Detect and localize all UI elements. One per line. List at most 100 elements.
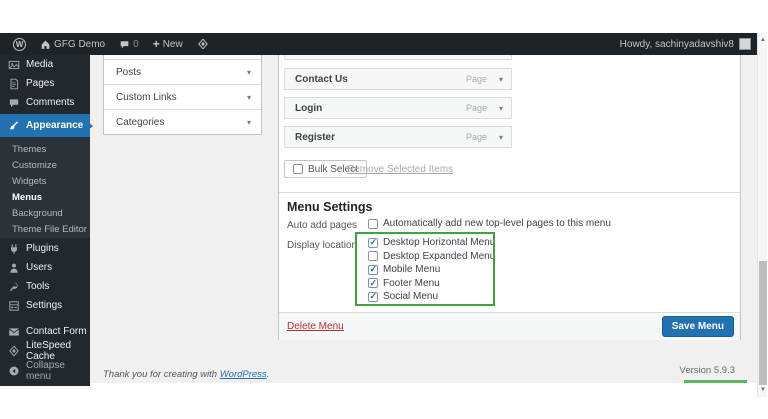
menu-item-type: Page xyxy=(466,74,487,84)
delete-menu-link[interactable]: Delete Menu xyxy=(287,321,344,332)
sidebar-item-litespeed-cache[interactable]: LiteSpeed Cache xyxy=(0,341,90,360)
accordion-label: Custom Links xyxy=(116,92,177,103)
social-menu-checkbox[interactable] xyxy=(368,292,378,302)
mobile-menu-checkbox[interactable] xyxy=(368,265,378,275)
accordion-posts[interactable]: Posts ▾ xyxy=(104,60,261,85)
wordpress-link[interactable]: WordPress xyxy=(220,369,267,380)
litespeed-icon xyxy=(8,345,20,357)
sidebar-item-settings[interactable]: Settings xyxy=(0,296,90,315)
admin-bar: W GFG Demo 0 + New Howdy, sachinyadavshi… xyxy=(0,33,757,55)
sidebar-item-media[interactable]: Media xyxy=(0,55,90,74)
desktop-horizontal-menu-checkbox[interactable] xyxy=(368,238,378,248)
sidebar-item-label: Tools xyxy=(26,281,49,292)
footer-menu-checkbox[interactable] xyxy=(368,278,378,288)
remove-selected-items-link[interactable]: Remove Selected Items xyxy=(347,164,453,175)
appearance-brush-icon xyxy=(8,120,20,132)
menu-item-label: Contact Us xyxy=(295,74,348,85)
sidebar-item-appearance[interactable]: Appearance xyxy=(0,114,90,137)
wordpress-admin-menus-page: W GFG Demo 0 + New Howdy, sachinyadavshi… xyxy=(0,0,768,419)
menu-item-register[interactable]: Register Page ▾ xyxy=(284,126,512,148)
sidebar-item-pages[interactable]: Pages xyxy=(0,74,90,93)
comment-bubble-icon xyxy=(119,39,130,50)
submenu-item-background[interactable]: Background xyxy=(0,206,90,222)
location-label: Desktop Horizontal Menu xyxy=(383,237,495,248)
sidebar-item-label: Collapse menu xyxy=(26,360,90,382)
howdy-account-menu[interactable]: Howdy, sachinyadavshiv8 xyxy=(620,39,734,50)
tools-wrench-icon xyxy=(8,281,20,293)
scroll-down-arrow-icon[interactable]: ▼ xyxy=(758,385,768,395)
menu-item-login[interactable]: Login Page ▾ xyxy=(284,97,512,119)
litespeed-diamond-icon xyxy=(197,38,209,50)
chevron-down-icon: ▾ xyxy=(247,68,251,77)
location-label: Mobile Menu xyxy=(383,264,440,275)
location-option: Desktop Expanded Menu xyxy=(368,250,495,264)
submenu-item-themes[interactable]: Themes xyxy=(0,142,90,158)
submenu-item-customize[interactable]: Customize xyxy=(0,158,90,174)
bulk-select-checkbox[interactable] xyxy=(293,164,303,174)
sidebar-item-comments[interactable]: Comments xyxy=(0,93,90,112)
sidebar-item-label: Settings xyxy=(26,300,62,311)
sidebar-item-label: Comments xyxy=(26,97,74,108)
chevron-down-icon[interactable]: ▾ xyxy=(499,104,503,113)
comments-icon xyxy=(8,97,20,109)
chevron-down-icon[interactable]: ▾ xyxy=(499,75,503,84)
site-link[interactable]: GFG Demo xyxy=(35,33,110,55)
new-label: New xyxy=(163,39,183,50)
pages-icon xyxy=(8,78,20,90)
accordion-label: Categories xyxy=(116,117,164,128)
sidebar-item-tools[interactable]: Tools xyxy=(0,277,90,296)
admin-bar-left: W GFG Demo 0 + New xyxy=(0,33,214,55)
accordion-label: Posts xyxy=(116,67,141,78)
sidebar-item-label: Contact Form xyxy=(26,326,87,337)
litespeed-topbar-menu[interactable] xyxy=(192,33,214,55)
appearance-submenu: Themes Customize Widgets Menus Backgroun… xyxy=(0,137,90,238)
scrollbar-thumb[interactable] xyxy=(759,261,767,385)
new-content-menu[interactable]: + New xyxy=(148,33,188,55)
auto-add-pages-checkbox[interactable] xyxy=(368,219,378,229)
auto-add-pages-label: Auto add pages xyxy=(287,220,357,231)
accordion-custom-links[interactable]: Custom Links ▾ xyxy=(104,85,261,110)
sidebar-item-plugins[interactable]: Plugins xyxy=(0,239,90,258)
display-location-options: Desktop Horizontal Menu Desktop Expanded… xyxy=(368,236,495,304)
divider xyxy=(279,192,740,193)
sidebar-item-label: Plugins xyxy=(26,243,59,254)
submenu-item-widgets[interactable]: Widgets xyxy=(0,174,90,190)
chevron-down-icon[interactable]: ▾ xyxy=(499,133,503,142)
sidebar-item-label: Users xyxy=(26,262,52,273)
admin-bar-right: Howdy, sachinyadavshiv8 xyxy=(620,38,757,50)
location-option: Mobile Menu xyxy=(368,263,495,277)
scroll-up-arrow-icon[interactable]: ▲ xyxy=(758,35,768,45)
footer-version: Version 5.9.3 xyxy=(680,365,735,376)
desktop-expanded-menu-checkbox[interactable] xyxy=(368,251,378,261)
media-icon xyxy=(8,59,20,71)
current-menu-arrow-icon xyxy=(87,121,98,131)
accordion-categories[interactable]: Categories ▾ xyxy=(104,110,261,135)
main-content: Posts ▾ Custom Links ▾ Categories ▾ Cont… xyxy=(90,55,757,383)
collapse-menu-button[interactable]: Collapse menu xyxy=(0,361,90,380)
submenu-item-theme-file-editor[interactable]: Theme File Editor xyxy=(0,222,90,238)
plus-icon: + xyxy=(153,38,160,50)
location-label: Footer Menu xyxy=(383,278,440,289)
user-avatar[interactable] xyxy=(739,38,751,50)
home-icon xyxy=(40,39,51,50)
save-menu-button[interactable]: Save Menu xyxy=(662,316,734,337)
sidebar-item-contact-form[interactable]: Contact Form xyxy=(0,322,90,341)
submenu-item-menus[interactable]: Menus xyxy=(0,190,90,206)
green-underline-annotation xyxy=(684,380,747,383)
page-scrollbar[interactable]: ▲ ▼ xyxy=(757,33,767,397)
wordpress-logo-menu[interactable]: W xyxy=(8,33,31,55)
menu-item-contact-us[interactable]: Contact Us Page ▾ xyxy=(284,68,512,90)
chevron-down-icon: ▾ xyxy=(247,118,251,127)
footer-thanks: Thank you for creating with WordPress. xyxy=(103,369,269,380)
collapse-arrow-icon xyxy=(8,365,20,377)
location-option: Desktop Horizontal Menu xyxy=(368,236,495,250)
display-location-label: Display location xyxy=(287,240,357,251)
menu-structure-box: Contact Us Page ▾ Login Page ▾ Register … xyxy=(278,55,741,340)
comments-shortcut[interactable]: 0 xyxy=(114,33,144,55)
menu-item-label: Register xyxy=(295,132,335,143)
sidebar-item-users[interactable]: Users xyxy=(0,258,90,277)
sidebar-item-label: Appearance xyxy=(26,120,83,131)
menu-actions-bar: Delete Menu Save Menu xyxy=(279,312,740,340)
comment-count: 0 xyxy=(133,39,139,50)
auto-add-pages-text: Automatically add new top-level pages to… xyxy=(383,218,611,229)
